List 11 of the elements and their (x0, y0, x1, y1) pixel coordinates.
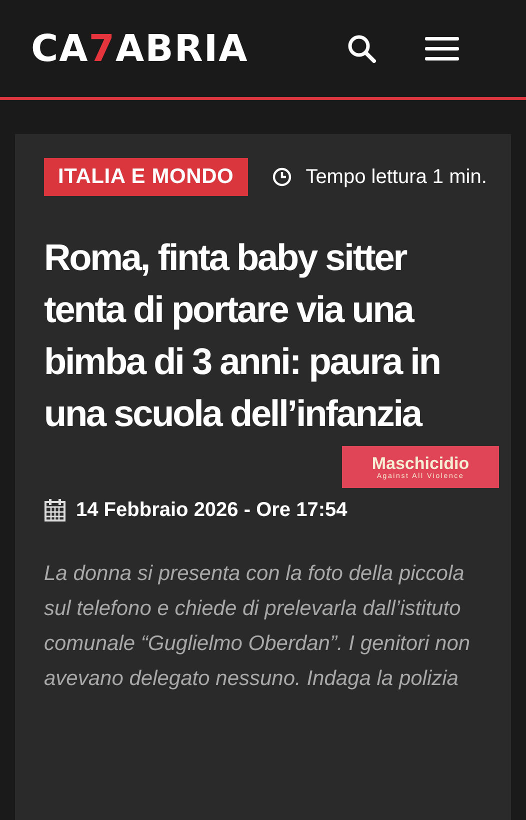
menu-icon[interactable] (424, 34, 460, 62)
banner-title: Maschicidio (372, 454, 470, 473)
category-tag[interactable]: ITALIA E MONDO (44, 158, 248, 196)
search-icon[interactable] (346, 32, 378, 64)
publish-date: 14 Febbraio 2026 - Ore 17:54 (76, 498, 348, 522)
article-title: Roma, finta baby sitter tenta di portare via una bimba di 3 anni: paura in una scuola dell’infanzia (44, 236, 441, 436)
reading-time: Tempo lettura 1 min. (306, 166, 487, 188)
clock-icon (272, 167, 292, 187)
article-summary: La donna si presenta con la foto della piccola sul telefono e chiede di prelevarla dall’istituto comunale “Guglielmo Oberdan”. I genitori non avevano delegato nessuno. Indaga la polizia (44, 561, 472, 692)
calendar-icon (44, 498, 66, 522)
site-logo[interactable]: CA7ABRIA (31, 27, 248, 70)
